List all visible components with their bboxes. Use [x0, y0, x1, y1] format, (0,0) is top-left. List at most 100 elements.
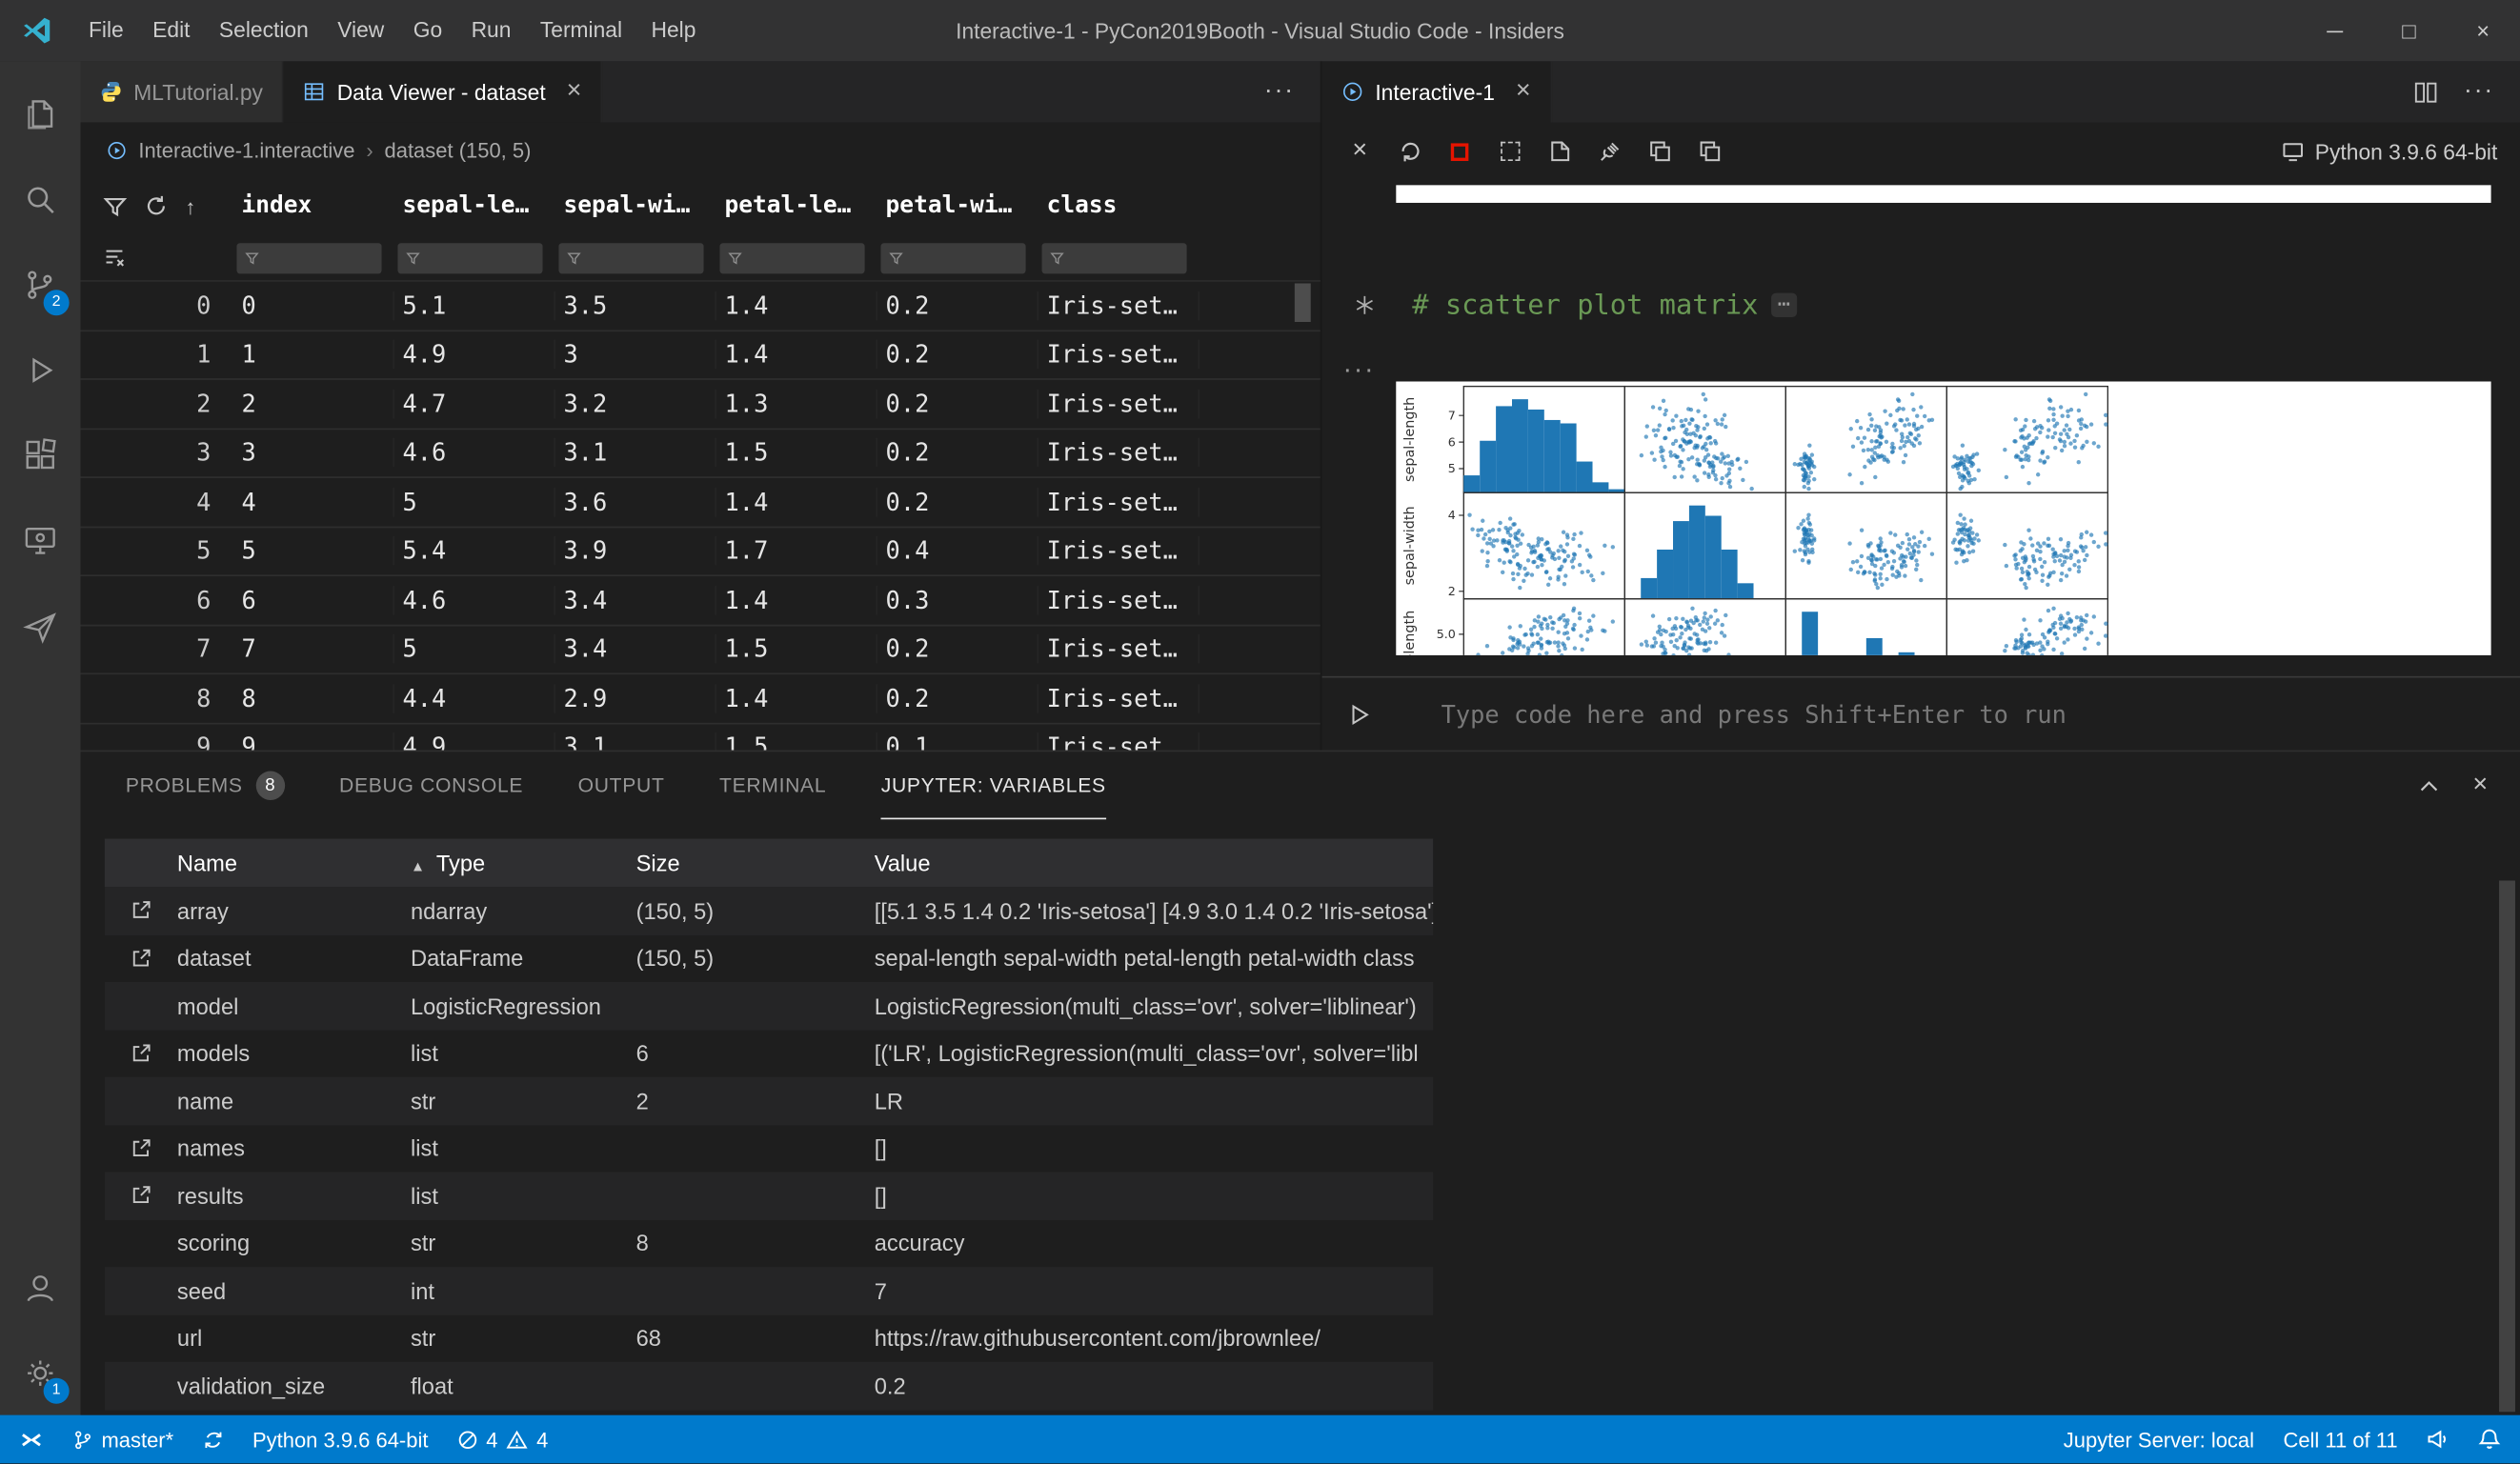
filter-input-petal-width[interactable]	[880, 242, 1026, 273]
panel-tab-output[interactable]: OUTPUT	[578, 752, 665, 819]
editor-actions-more-icon[interactable]: ···	[2464, 77, 2494, 106]
variables-header-value[interactable]: Value	[875, 850, 1433, 875]
sidebar-item-run-debug[interactable]	[0, 327, 81, 412]
variable-row-name[interactable]: name str 2 LR	[104, 1076, 1434, 1125]
breadcrumb-leaf[interactable]: dataset (150, 5)	[385, 138, 532, 162]
tab-data-viewer-dataset[interactable]: Data Viewer - dataset ×	[283, 61, 603, 123]
menu-run[interactable]: Run	[456, 0, 525, 61]
variable-row-url[interactable]: url str 68 https://raw.githubusercontent.co…	[105, 1314, 1433, 1362]
menu-help[interactable]: Help	[636, 0, 710, 61]
menu-go[interactable]: Go	[398, 0, 456, 61]
connect-kernel-icon[interactable]	[1584, 130, 1634, 172]
copy-icon[interactable]	[1634, 130, 1683, 172]
close-tab-icon[interactable]: ×	[567, 78, 582, 105]
refresh-icon[interactable]	[145, 195, 168, 218]
sidebar-item-source-control[interactable]: 2	[0, 242, 81, 328]
filter-funnel-icon[interactable]	[103, 194, 128, 218]
variable-row-scoring[interactable]: scoring str 8 accuracy	[105, 1219, 1433, 1267]
split-editor-icon[interactable]	[2413, 80, 2437, 104]
column-header-petal-length[interactable]: petal-length	[716, 193, 878, 219]
close-window-button[interactable]: ×	[2446, 0, 2520, 61]
git-branch-indicator[interactable]: master*	[72, 1427, 173, 1452]
menu-edit[interactable]: Edit	[138, 0, 205, 61]
column-header-index[interactable]: index	[233, 193, 394, 219]
variable-row-names[interactable]: names list []	[105, 1125, 1433, 1173]
sidebar-item-account[interactable]	[0, 1244, 81, 1330]
maximize-button[interactable]: □	[2372, 0, 2447, 61]
variable-row-array[interactable]: array ndarray (150, 5) [[5.1 3.5 1.4 0.2 'I…	[104, 887, 1434, 935]
cell-actions-more-icon[interactable]: ···	[1343, 354, 1376, 387]
sidebar-item-extensions[interactable]	[0, 412, 81, 498]
interactive-input[interactable]: Type code here and press Shift+Enter to …	[1441, 699, 2066, 728]
minimize-button[interactable]: ─	[2298, 0, 2372, 61]
column-header-sepal-width[interactable]: sepal-width	[555, 193, 717, 219]
table-row[interactable]: 2 2 4.7 3.2 1.3 0.2 Iris-setosa	[80, 380, 1320, 430]
table-row[interactable]: 3 3 4.6 3.1 1.5 0.2 Iris-setosa	[80, 429, 1320, 478]
column-header-sepal-length[interactable]: sepal-length	[394, 193, 556, 219]
export-notebook-icon[interactable]	[1535, 130, 1584, 172]
sidebar-item-settings[interactable]: 1	[0, 1330, 81, 1415]
filter-input-class[interactable]	[1041, 242, 1187, 273]
table-row[interactable]: 9 9 4.9 3.1 1.5 0.1 Iris-setosa	[81, 724, 1320, 751]
panel-tab-jupyter-variables[interactable]: JUPYTER: VARIABLES	[880, 752, 1106, 820]
close-tab-icon[interactable]: ×	[1516, 78, 1531, 105]
panel-tab-problems[interactable]: PROBLEMS 8	[126, 752, 285, 819]
remote-indicator[interactable]	[19, 1427, 43, 1451]
grid-vertical-scrollbar[interactable]	[1294, 283, 1311, 323]
variable-row-seed[interactable]: seed int 7	[104, 1267, 1434, 1314]
table-row[interactable]: 0 0 5.1 3.5 1.4 0.2 Iris-setosa	[80, 282, 1320, 331]
variable-row-models[interactable]: models list 6 [('LR', LogisticRegression(mu…	[105, 1030, 1433, 1077]
filter-input-index[interactable]	[236, 242, 382, 273]
table-row[interactable]: 8 8 4.4 2.9 1.4 0.2 Iris-setosa	[80, 674, 1320, 724]
tab-interactive-1[interactable]: Interactive-1 ×	[1321, 61, 1552, 123]
feedback-button[interactable]	[2427, 1428, 2449, 1451]
menu-file[interactable]: File	[74, 0, 138, 61]
variable-row-validation-size[interactable]: validation_size float 0.2	[104, 1361, 1434, 1410]
menu-terminal[interactable]: Terminal	[526, 0, 637, 61]
notifications-button[interactable]	[2478, 1428, 2501, 1451]
open-in-data-viewer-icon[interactable]	[129, 946, 152, 970]
dashed-box-icon[interactable]	[1484, 130, 1534, 172]
open-in-data-viewer-icon[interactable]	[129, 1136, 152, 1160]
cell-gutter-icon[interactable]	[1354, 294, 1375, 315]
jupyter-server-indicator[interactable]: Jupyter Server: local	[2064, 1427, 2254, 1451]
sidebar-item-paper-plane[interactable]	[0, 583, 81, 669]
sync-changes[interactable]	[203, 1429, 224, 1450]
table-row[interactable]: 1 1 4.9 3 1.4 0.2 Iris-setosa	[80, 331, 1320, 380]
open-in-data-viewer-icon[interactable]	[129, 1184, 152, 1208]
sidebar-item-explorer[interactable]	[0, 70, 81, 156]
folded-code-indicator[interactable]: ⋯	[1771, 292, 1797, 317]
filter-input-petal-length[interactable]	[719, 242, 865, 273]
open-in-data-viewer-icon[interactable]	[129, 1041, 152, 1065]
variable-row-dataset[interactable]: dataset DataFrame (150, 5) sepal-length sep…	[105, 934, 1433, 982]
column-header-petal-width[interactable]: petal-width	[877, 193, 1039, 219]
column-header-class[interactable]: class	[1038, 193, 1200, 219]
sort-direction-icon[interactable]: ↑	[185, 194, 195, 218]
filter-input-sepal-length[interactable]	[397, 242, 543, 273]
panel-vertical-scrollbar[interactable]	[2499, 880, 2515, 1413]
restart-kernel-icon[interactable]	[1384, 130, 1434, 172]
table-row[interactable]: 7 7 5 3.4 1.5 0.2 Iris-setosa	[80, 626, 1320, 675]
variable-row-model[interactable]: model LogisticRegression LogisticRegressio…	[104, 981, 1434, 1030]
close-panel-icon[interactable]: ×	[2472, 772, 2488, 800]
maximize-panel-icon[interactable]	[2416, 773, 2440, 797]
python-interpreter-indicator[interactable]: Python 3.9.6 64-bit	[252, 1427, 428, 1451]
filter-input-sepal-width[interactable]	[558, 242, 704, 273]
run-cell-button[interactable]	[1322, 703, 1397, 726]
panel-tab-terminal[interactable]: TERMINAL	[719, 752, 826, 819]
open-in-data-viewer-icon[interactable]	[129, 898, 152, 922]
cell-indicator[interactable]: Cell 11 of 11	[2283, 1427, 2397, 1451]
sidebar-item-search[interactable]	[0, 156, 81, 242]
clear-filters-icon[interactable]	[103, 247, 126, 270]
copy-icon[interactable]	[1684, 130, 1734, 172]
panel-tab-debug-console[interactable]: DEBUG CONSOLE	[339, 752, 523, 819]
clear-all-icon[interactable]: ×	[1335, 130, 1384, 172]
table-row[interactable]: 6 6 4.6 3.4 1.4 0.3 Iris-setosa	[80, 576, 1320, 626]
variables-header-type[interactable]: ▲ Type	[411, 850, 636, 875]
sidebar-item-remote-explorer[interactable]	[0, 497, 81, 583]
problems-indicator[interactable]: 4 4	[457, 1427, 548, 1452]
kernel-selector[interactable]: Python 3.9.6 64-bit	[2281, 139, 2520, 164]
menu-view[interactable]: View	[323, 0, 398, 61]
variables-header-name[interactable]: Name	[177, 850, 411, 875]
interrupt-kernel-icon[interactable]	[1435, 130, 1484, 172]
